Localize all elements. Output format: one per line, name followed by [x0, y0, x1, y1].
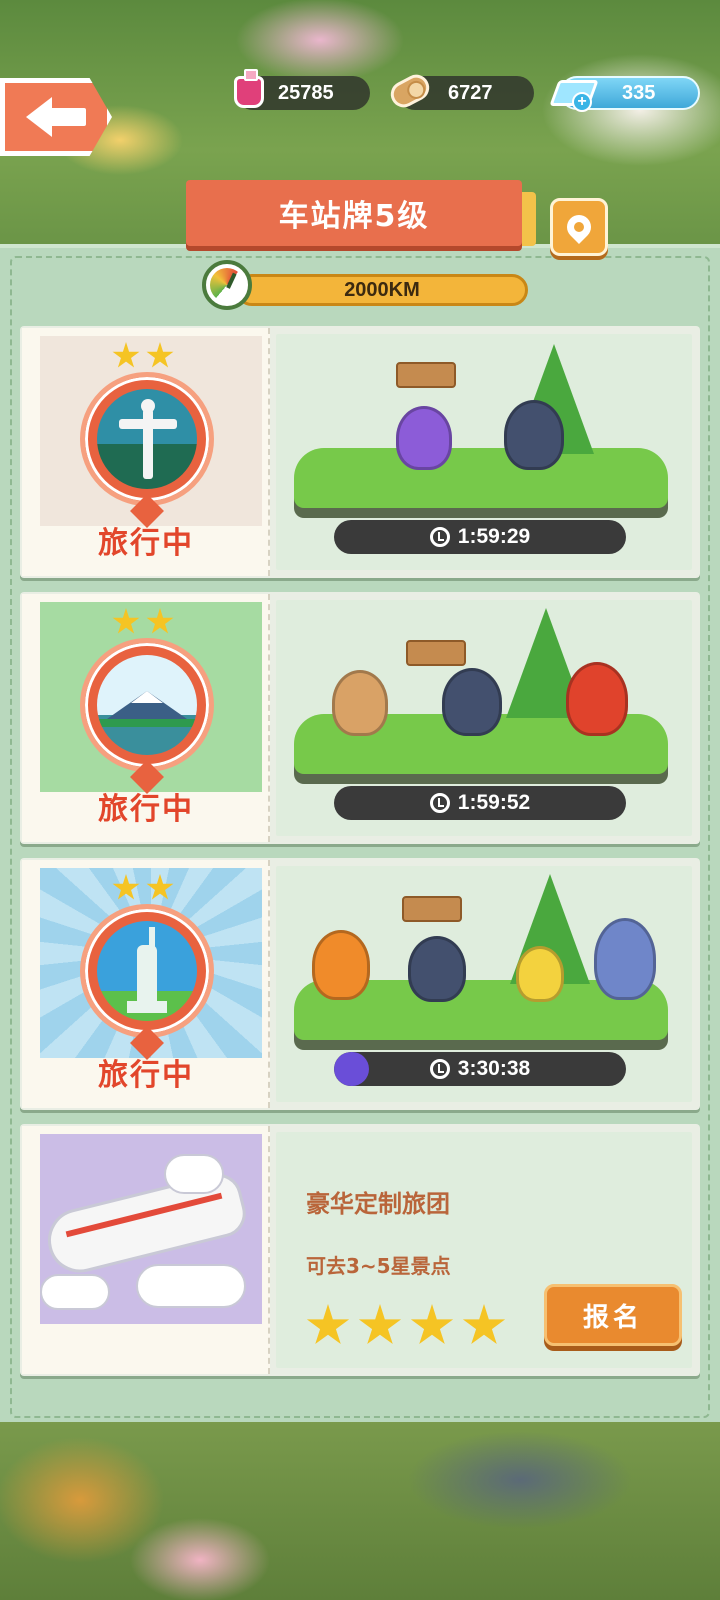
map-pin-icon	[562, 210, 596, 244]
clock-icon	[429, 527, 450, 547]
star-icon	[306, 1304, 350, 1345]
dog-character	[332, 670, 388, 736]
clock-icon	[429, 793, 450, 813]
trip-stars-2	[112, 608, 174, 636]
trip-card-2[interactable]: 旅行中 1:59:52	[20, 592, 700, 844]
trip-destination-3: 旅行中	[22, 860, 270, 1108]
gem-icon: +	[549, 72, 599, 116]
gem-resource-counter[interactable]: + 335	[549, 76, 700, 112]
pumpkin-hat-character	[408, 936, 466, 1002]
wood-log-icon	[386, 70, 434, 114]
luxury-tour-subtitle: 可去3~5星景点	[306, 1254, 451, 1278]
trip-destination-2: 旅行中	[22, 594, 270, 842]
trip-timer-3: 3:30:38	[334, 1052, 626, 1086]
trip-timer-2: 1:59:52	[334, 786, 626, 820]
star-icon	[410, 1304, 454, 1345]
page-title: 车站牌5级	[186, 180, 536, 246]
game-scene-background-bottom	[0, 1420, 720, 1600]
trip-scene-1: 1:59:29	[276, 334, 692, 570]
back-arrow-icon	[26, 97, 86, 137]
ink-bottle-icon	[228, 69, 272, 114]
ink-amount: 25785	[278, 81, 334, 104]
pumpkin-hat-character	[442, 668, 502, 736]
add-gems-icon[interactable]: +	[572, 92, 592, 112]
trip-timer-1: 1:59:29	[334, 520, 626, 554]
airplane-icon	[40, 1134, 262, 1324]
trip-scene-2: 1:59:52	[276, 600, 692, 836]
grass-island	[294, 448, 668, 508]
luxury-tour-title: 豪华定制旅团	[306, 1190, 450, 1218]
ink-resource-counter: 25785	[234, 69, 370, 110]
star-icon	[112, 342, 140, 368]
trip-stars-3	[112, 874, 174, 902]
mount-fuji-icon	[80, 638, 214, 772]
pumpkin-hat-character	[504, 400, 564, 470]
wolf-character	[594, 918, 656, 1000]
back-button[interactable]	[0, 78, 112, 156]
star-icon	[112, 874, 140, 900]
luxury-tour-image	[22, 1126, 270, 1374]
gem-amount: 335	[622, 81, 656, 104]
signup-button[interactable]: 报名	[544, 1284, 682, 1346]
trip-destination-1: 旅行中	[22, 328, 270, 576]
map-button[interactable]	[550, 198, 608, 256]
trip-progress-3	[334, 1052, 369, 1086]
star-icon	[358, 1304, 402, 1345]
trip-card-1[interactable]: 旅行中 1:59:29	[20, 326, 700, 578]
trip-scene-3: 3:30:38	[276, 866, 692, 1102]
luxury-tour-card[interactable]: 豪华定制旅团 可去3~5星景点 报名	[20, 1124, 700, 1376]
bear-character	[312, 930, 370, 1000]
purple-character	[396, 406, 452, 470]
star-icon	[462, 1304, 506, 1345]
christ-statue-icon	[80, 372, 214, 506]
clock-icon	[429, 1059, 450, 1079]
star-icon	[112, 608, 140, 634]
signpost-icon	[396, 362, 456, 388]
statue-of-liberty-icon	[80, 904, 214, 1038]
speedometer-icon	[202, 260, 252, 310]
lion-dance-character	[566, 662, 628, 736]
wood-amount: 6727	[448, 81, 493, 104]
signpost-icon	[402, 896, 462, 922]
fairy-character	[516, 946, 564, 1002]
distance-bar: 2000KM	[236, 274, 528, 306]
star-icon	[146, 608, 174, 634]
signpost-icon	[406, 640, 466, 666]
star-icon	[146, 874, 174, 900]
luxury-tour-stars	[306, 1304, 506, 1348]
luxury-tour-info: 豪华定制旅团 可去3~5星景点 报名	[276, 1132, 692, 1368]
wood-resource-counter: 6727	[386, 70, 534, 112]
trip-stars-1	[112, 342, 174, 370]
trip-card-3[interactable]: 旅行中 3:30:38	[20, 858, 700, 1110]
star-icon	[146, 342, 174, 368]
